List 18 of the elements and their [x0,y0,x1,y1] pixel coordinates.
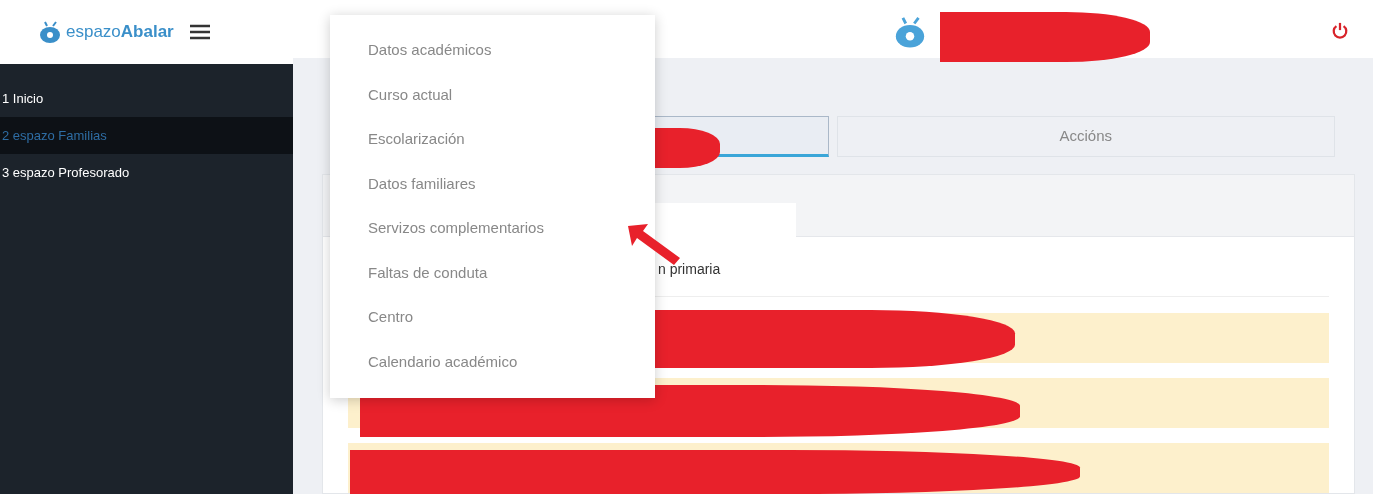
logo-text: espazoAbalar [66,21,174,44]
menu-item[interactable]: Datos académicos [330,28,655,73]
sidebar-item[interactable]: 3 espazo Profesorado [0,154,293,191]
menu-item[interactable]: Curso actual [330,72,655,117]
power-icon[interactable] [1331,22,1349,40]
course-text: n primaria [658,260,722,279]
menu-item[interactable]: Calendario académico [330,339,655,384]
tab[interactable]: Accións [836,115,1335,157]
menu-item[interactable]: Datos familiares [330,161,655,206]
menu-item[interactable]: Centro [330,295,655,340]
sidebar-item[interactable]: 1 Inicio [0,80,293,117]
sidebar-item[interactable]: 2 espazo Familias [0,117,293,154]
menu-item[interactable]: Escolarización [330,117,655,162]
logo-icon [38,20,62,44]
menu-item[interactable]: Faltas de conduta [330,250,655,295]
logo-icon [893,14,927,50]
menu-item[interactable]: Servizos complementarios [330,206,655,251]
menu-icon[interactable] [189,24,210,40]
